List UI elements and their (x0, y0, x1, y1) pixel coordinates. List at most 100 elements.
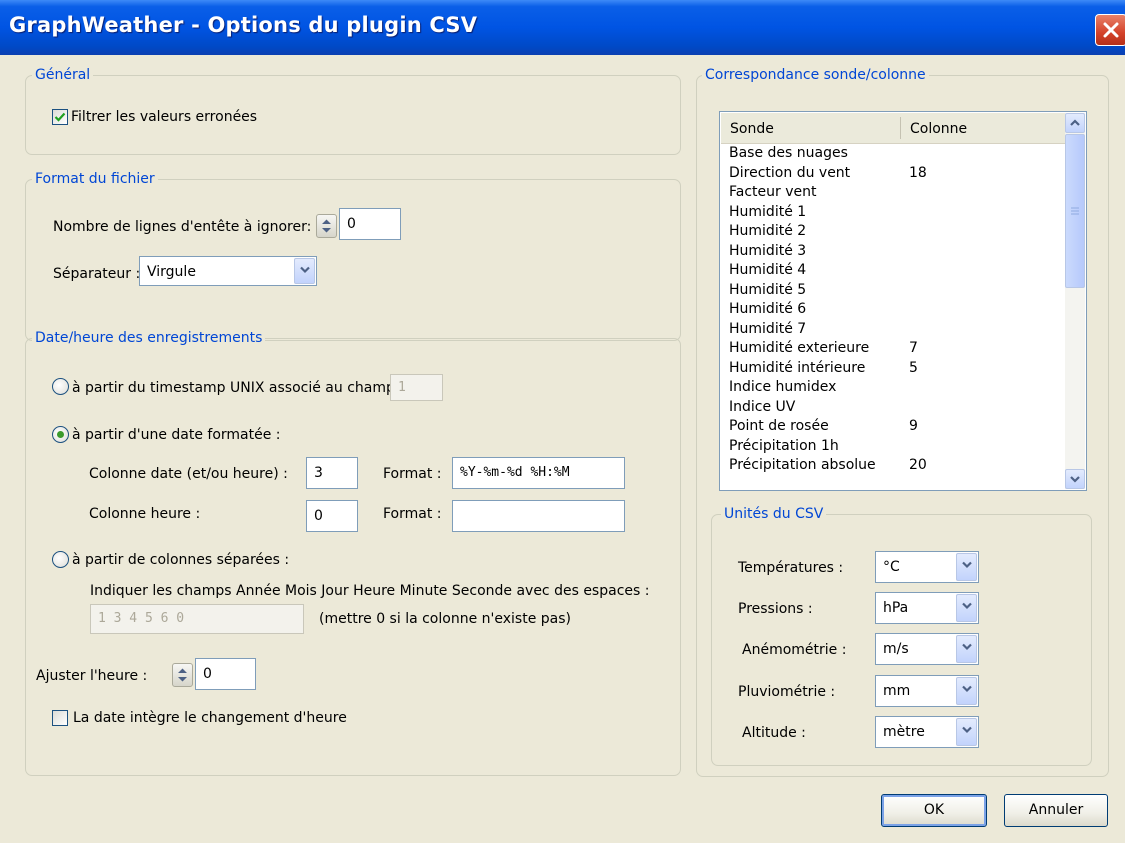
ok-button[interactable]: OK (881, 794, 987, 827)
column-divider[interactable] (900, 117, 901, 139)
list-item[interactable]: Humidité 7 (729, 320, 1064, 340)
unix-timestamp-label[interactable]: à partir du timestamp UNIX associé au ch… (72, 379, 404, 397)
filter-label[interactable]: Filtrer les valeurs erronées (71, 108, 257, 126)
mapping-legend: Correspondance sonde/colonne (702, 66, 929, 84)
sensor-name: Humidité 1 (729, 203, 807, 220)
separate-columns-label[interactable]: à partir de colonnes séparées : (72, 551, 289, 569)
unit-select[interactable]: mètre (875, 716, 979, 748)
chevron-down-icon (962, 726, 972, 734)
chevron-down-icon (962, 602, 972, 610)
date-column-input[interactable]: 3 (306, 457, 358, 489)
unit-select[interactable]: m/s (875, 633, 979, 665)
list-item[interactable]: Précipitation absolue 20 (729, 456, 1064, 476)
list-item[interactable]: Humidité exterieure 7 (729, 339, 1064, 359)
sensor-name: Humidité 6 (729, 301, 807, 317)
date-format-label: Format : (383, 466, 442, 482)
list-item[interactable]: Point de rosée 9 (729, 417, 1064, 437)
list-item[interactable]: Humidité 3 (729, 242, 1064, 262)
column-number: 20 (909, 457, 927, 473)
sensor-name: Humidité 2 (729, 223, 807, 239)
sensor-name: Indice UV (729, 398, 796, 415)
scroll-up-button[interactable] (1065, 113, 1085, 133)
column-header-column[interactable]: Colonne (910, 120, 967, 138)
sensor-name: Humidité 7 (729, 320, 807, 337)
close-icon (1103, 22, 1119, 38)
separate-columns-radio[interactable] (52, 551, 69, 568)
list-item[interactable]: Humidité 1 (729, 203, 1064, 223)
radio-selected-dot (57, 431, 64, 438)
unit-select[interactable]: mm (875, 675, 979, 707)
formatted-date-label[interactable]: à partir d'une date formatée : (72, 426, 281, 444)
dst-label[interactable]: La date intègre le changement d'heure (73, 709, 347, 727)
column-number: 9 (909, 418, 918, 434)
time-format-label: Format : (383, 506, 442, 522)
unit-dropdown-button[interactable] (956, 553, 977, 581)
list-item[interactable]: Humidité 2 (729, 222, 1064, 242)
separate-columns-input[interactable]: 1 3 4 5 6 0 (90, 604, 304, 634)
unix-field-input[interactable]: 1 (390, 374, 443, 401)
list-item[interactable]: Indice humidex (729, 378, 1064, 398)
list-item[interactable]: Humidité 5 (729, 281, 1064, 301)
date-column-label: Colonne date (et/ou heure) : (89, 466, 288, 482)
unit-dropdown-button[interactable] (956, 635, 977, 663)
list-scrollbar[interactable] (1065, 113, 1085, 489)
separate-columns-note: (mettre 0 si la colonne n'existe pas) (319, 611, 571, 627)
list-item[interactable]: Précipitation 1h (729, 437, 1064, 457)
time-column-input[interactable]: 0 (306, 500, 358, 532)
cancel-button[interactable]: Annuler (1004, 794, 1108, 827)
sensor-name: Humidité exterieure (729, 340, 870, 356)
adjust-time-input[interactable]: 0 (195, 658, 256, 690)
unit-select[interactable]: hPa (875, 592, 979, 624)
list-item[interactable]: Facteur vent (729, 183, 1064, 203)
unit-label: Pluviométrie : (738, 684, 836, 700)
unix-timestamp-radio[interactable] (52, 378, 69, 395)
sensor-column-list[interactable]: Sonde Colonne Base des nuages Direction d… (719, 111, 1087, 491)
unit-value: mètre (883, 724, 925, 740)
unit-value: m/s (883, 641, 909, 657)
unit-dropdown-button[interactable] (956, 677, 977, 705)
unit-select[interactable]: °C (875, 551, 979, 583)
unit-label: Altitude : (742, 725, 806, 741)
unit-dropdown-button[interactable] (956, 594, 977, 622)
sensor-name: Direction du vent (729, 164, 851, 181)
unit-value: hPa (883, 600, 909, 616)
close-button[interactable] (1095, 14, 1125, 46)
unit-dropdown-button[interactable] (956, 718, 977, 746)
list-rows: Base des nuages Direction du vent 18 Facteu… (729, 144, 1064, 490)
units-legend: Unités du CSV (721, 505, 827, 523)
separator-select[interactable]: Virgule (139, 256, 317, 286)
sensor-name: Humidité 5 (729, 281, 807, 298)
list-item[interactable]: Humidité intérieure 5 (729, 359, 1064, 379)
sensor-name: Précipitation absolue (729, 457, 876, 473)
list-item[interactable]: Direction du vent 18 (729, 164, 1064, 184)
list-item[interactable]: Base des nuages (729, 144, 1064, 164)
list-item[interactable]: Humidité 4 (729, 261, 1064, 281)
sensor-name: Point de rosée (729, 418, 829, 434)
header-lines-spinner[interactable] (316, 214, 337, 238)
unit-label: Températures : (738, 560, 844, 576)
header-lines-input[interactable]: 0 (339, 208, 401, 240)
filter-checkbox[interactable] (52, 109, 68, 125)
title-bar[interactable]: GraphWeather - Options du plugin CSV (0, 0, 1125, 55)
separator-dropdown-button[interactable] (294, 258, 315, 284)
chevron-down-icon (962, 685, 972, 693)
date-format-input[interactable]: %Y-%m-%d %H:%M (452, 457, 625, 489)
dialog-window: GraphWeather - Options du plugin CSV Gén… (0, 0, 1125, 843)
scroll-down-button[interactable] (1065, 469, 1085, 489)
grip-icon (1071, 207, 1079, 215)
column-number: 18 (909, 164, 927, 181)
datetime-group: Date/heure des enregistrements à partir … (25, 329, 681, 776)
list-header: Sonde Colonne (721, 113, 1065, 144)
dst-checkbox[interactable] (52, 710, 68, 726)
time-format-input[interactable] (452, 500, 625, 532)
general-group: Général Filtrer les valeurs erronées (25, 66, 681, 155)
column-header-sensor[interactable]: Sonde (730, 120, 774, 138)
spin-arrows-icon (178, 668, 187, 682)
list-item[interactable]: Indice UV (729, 398, 1064, 418)
file-format-legend: Format du fichier (32, 170, 158, 188)
sensor-name: Indice humidex (729, 379, 837, 395)
scroll-thumb[interactable] (1065, 134, 1085, 288)
adjust-time-spinner[interactable] (172, 663, 193, 687)
list-item[interactable]: Humidité 6 (729, 300, 1064, 320)
formatted-date-radio[interactable] (52, 426, 69, 443)
